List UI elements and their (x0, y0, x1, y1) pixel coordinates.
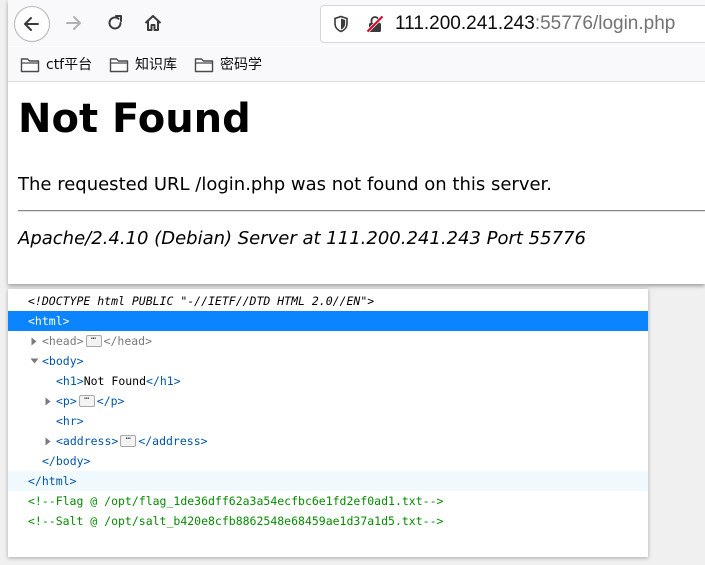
folder-icon (109, 57, 129, 72)
p-close-tag: </p> (96, 394, 125, 408)
browser-window: 111.200.241.243:55776/login.php ctf平台 知识… (8, 0, 705, 284)
folder-icon (20, 57, 40, 72)
home-icon (144, 15, 162, 31)
collapsed-content-icon[interactable]: ⋯ (120, 434, 137, 447)
markup-comment-flag[interactable]: <!--Flag @ /opt/flag_1de36dff62a3a54ecfb… (8, 491, 648, 511)
page-content: Not Found The requested URL /login.php w… (8, 82, 705, 284)
collapse-toggle-icon[interactable] (30, 351, 39, 371)
forward-arrow-icon (66, 16, 81, 30)
bookmark-label: 知识库 (135, 57, 177, 73)
home-button[interactable] (136, 6, 170, 40)
markup-node-p[interactable]: <p> ⋯ </p> (8, 391, 648, 411)
tracking-protection-shield-icon[interactable] (333, 6, 349, 42)
head-close-tag: </head> (103, 334, 153, 348)
divider (18, 210, 705, 212)
html-close-tag: </html> (28, 474, 77, 488)
back-arrow-icon (24, 17, 39, 31)
markup-comment-salt[interactable]: <!--Salt @ /opt/salt_b420e8cfb8862548e68… (8, 511, 648, 531)
address-open-tag: <address> (56, 434, 119, 448)
doctype-text: <!DOCTYPE html PUBLIC "-//IETF//DTD HTML… (28, 294, 375, 308)
html-open-tag: <html> (28, 314, 70, 328)
devtools-inspector-panel: <!DOCTYPE html PUBLIC "-//IETF//DTD HTML… (8, 289, 648, 557)
bookmark-knowledge-base[interactable]: 知识库 (109, 47, 177, 81)
bookmark-label: 密码学 (220, 57, 262, 73)
head-open-tag: <head> (42, 334, 84, 348)
markup-node-h1[interactable]: <h1>Not Found</h1> (8, 371, 648, 391)
address-close-tag: </address> (138, 434, 208, 448)
folder-icon (194, 57, 214, 72)
expand-toggle-icon[interactable] (30, 331, 38, 351)
back-button[interactable] (14, 6, 50, 42)
bookmark-ctf-platform[interactable]: ctf平台 (20, 47, 92, 81)
salt-comment: <!--Salt @ /opt/salt_b420e8cfb8862548e68… (28, 514, 444, 528)
url-text[interactable]: 111.200.241.243:55776/login.php (395, 6, 675, 42)
body-open-tag: <body> (42, 354, 84, 368)
url-bar[interactable]: 111.200.241.243:55776/login.php (320, 5, 705, 43)
page-heading: Not Found (18, 96, 251, 142)
h1-open-tag: <h1> (56, 374, 84, 388)
url-path: :55776/login.php (534, 13, 676, 34)
server-signature: Apache/2.4.10 (Debian) Server at 111.200… (18, 228, 586, 249)
markup-node-body-close[interactable]: </body> (8, 451, 648, 471)
url-host: 111.200.241.243 (395, 13, 535, 34)
h1-text-node: Not Found (83, 374, 147, 388)
expand-toggle-icon[interactable] (44, 391, 52, 411)
flag-comment: <!--Flag @ /opt/flag_1de36dff62a3a54ecfb… (28, 494, 444, 508)
collapsed-content-icon[interactable]: ⋯ (85, 334, 102, 347)
expand-toggle-icon[interactable] (44, 431, 52, 451)
collapsed-content-icon[interactable]: ⋯ (78, 394, 95, 407)
p-open-tag: <p> (56, 394, 77, 408)
error-message: The requested URL /login.php was not fou… (18, 174, 553, 195)
markup-node-hr[interactable]: <hr> (8, 411, 648, 431)
markup-node-html[interactable]: <html> (8, 311, 648, 331)
reload-icon (108, 15, 122, 30)
reload-button[interactable] (98, 6, 132, 40)
insecure-lock-icon[interactable] (365, 6, 385, 42)
hr-tag: <hr> (56, 414, 84, 428)
navigation-toolbar: 111.200.241.243:55776/login.php (8, 0, 705, 46)
markup-doctype[interactable]: <!DOCTYPE html PUBLIC "-//IETF//DTD HTML… (8, 291, 648, 311)
markup-node-body[interactable]: <body> (8, 351, 648, 371)
markup-node-head[interactable]: <head> ⋯ </head> (8, 331, 648, 351)
forward-button[interactable] (56, 6, 90, 40)
markup-node-html-close[interactable]: </html> (8, 471, 648, 491)
bookmark-cryptography[interactable]: 密码学 (194, 47, 262, 81)
bookmark-label: ctf平台 (46, 57, 93, 73)
body-close-tag: </body> (42, 454, 91, 468)
h1-close-tag: </h1> (146, 374, 181, 388)
markup-node-address[interactable]: <address> ⋯ </address> (8, 431, 648, 451)
bookmarks-toolbar: ctf平台 知识库 密码学 (8, 47, 705, 82)
